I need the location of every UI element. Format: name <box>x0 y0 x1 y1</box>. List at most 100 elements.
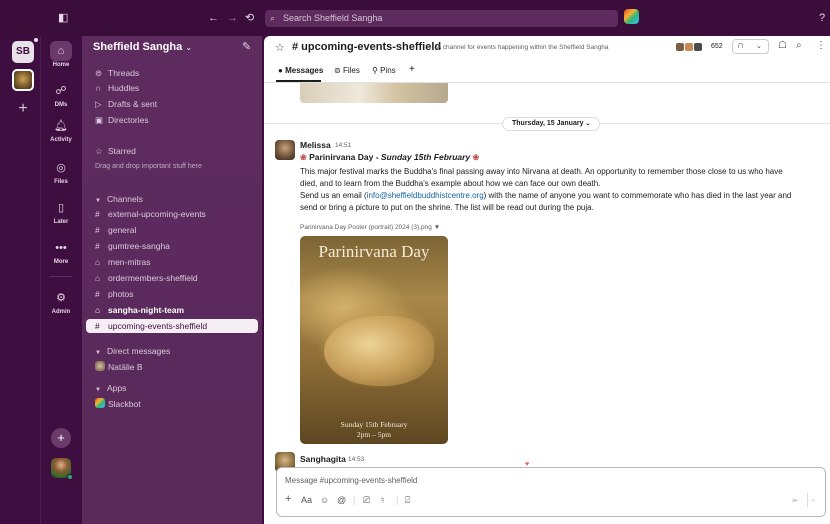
sidebar-channel-selected[interactable]: # upcoming-events-sheffield <box>86 319 258 333</box>
text-fragment: ) with the name of anyone you want to co… <box>483 191 792 200</box>
channel-view: ☆ # upcoming-events-sheffield A channel … <box>264 36 830 524</box>
canvas-icon[interactable]: ☖ <box>778 40 787 51</box>
workspace-icon-sangha[interactable] <box>12 69 34 91</box>
lock-icon: ⌂ <box>95 257 101 267</box>
file-label[interactable]: Parinirvana Day Poster (portrait) 2024 (… <box>300 224 440 231</box>
tab-label: Files <box>342 66 360 75</box>
tab-files[interactable]: ⊜ Files <box>334 66 360 75</box>
avatar <box>95 361 105 371</box>
composer-placeholder[interactable]: Message #upcoming-events-sheffield <box>285 476 417 485</box>
sidebar-section-starred[interactable]: ☆ Starred <box>82 144 258 158</box>
search-input[interactable]: ⌕ Search Sheffield Sangha <box>265 10 618 27</box>
slackbot-avatar-icon[interactable] <box>624 9 639 24</box>
search-icon[interactable]: ⌕ <box>796 40 802 51</box>
sidebar-channel[interactable]: ⌂ ordermembers-sheffield <box>82 271 258 285</box>
message-composer[interactable]: Message #upcoming-events-sheffield + Aa … <box>276 467 826 517</box>
message-author[interactable]: Melissa <box>300 140 331 150</box>
active-tab-underline <box>276 80 321 82</box>
tab-pins[interactable]: ⚲ Pins <box>372 66 396 75</box>
caret-down-icon: ▼ <box>95 198 101 204</box>
help-icon[interactable]: ? <box>819 11 825 25</box>
sidebar-section-apps[interactable]: ▼ Apps <box>95 383 126 393</box>
nav-admin[interactable]: ⚙ Admin <box>43 288 79 315</box>
text-fragment: Send us an email ( <box>300 191 367 200</box>
bookmark-icon: ▯ <box>57 202 65 214</box>
dms-icon: ☍ <box>55 85 67 97</box>
sidebar-item-label: Huddles <box>108 83 140 93</box>
day-divider-button[interactable]: Thursday, 15 January ⌄ <box>502 117 601 131</box>
directory-icon: ▣ <box>95 115 104 125</box>
sidebar-item-drafts[interactable]: ▷ Drafts & sent <box>82 97 258 111</box>
sidebar-item-huddles[interactable]: ∩ Huddles <box>82 81 258 95</box>
starred-hint: Drag and drop important stuff here <box>95 163 202 170</box>
chevron-down-icon[interactable]: ⌄ <box>756 42 762 50</box>
sidebar-item-directories[interactable]: ▣ Directories <box>82 113 258 127</box>
sidebar-channel[interactable]: ⌂ sangha-night-team <box>82 303 258 317</box>
compose-icon[interactable]: ✎ <box>242 40 251 53</box>
forward-arrow-icon[interactable]: → <box>227 11 238 25</box>
sidebar-item-label: Threads <box>108 68 140 78</box>
poster-image[interactable]: Parinirvana Day Sunday 15th February 2pm… <box>300 236 448 444</box>
message-author[interactable]: Sanghagita <box>300 454 346 464</box>
sidebar-channel[interactable]: # external-upcoming-events <box>82 207 258 221</box>
chevron-down-icon[interactable]: ⌄ <box>807 493 819 507</box>
divider: | <box>353 495 356 505</box>
email-link[interactable]: info@sheffieldbuddhistcentre.org <box>367 191 484 200</box>
starred-label: Starred <box>108 146 136 156</box>
sidebar-channel[interactable]: ⌂ men-mitras <box>82 255 258 269</box>
tab-label: Pins <box>380 66 396 75</box>
workspace-name-button[interactable]: Sheffield Sangha ⌄ <box>93 41 192 53</box>
nav-activity[interactable]: 🔔︎ Activity <box>43 116 79 143</box>
sidebar-section-dms[interactable]: ▼ Direct messages <box>95 346 170 356</box>
nav-later[interactable]: ▯ Later <box>43 198 79 225</box>
tab-messages[interactable]: ● Messages <box>278 66 323 75</box>
channel-name: gumtree-sangha <box>108 241 170 251</box>
nav-dms[interactable]: ☍ DMs <box>43 81 79 108</box>
message-timestamp[interactable]: 14:51 <box>335 142 351 149</box>
add-workspace-icon[interactable]: + <box>12 98 34 120</box>
sidebar-dm[interactable]: Natālie B <box>82 360 258 374</box>
hash-icon: # <box>95 225 100 235</box>
sidebar-toggle-icon[interactable]: ◧ <box>58 11 68 25</box>
slack-window: ◧ ← → ⟲ ⌕ Search Sheffield Sangha ? SB +… <box>0 0 830 524</box>
video-icon[interactable]: ⎚ <box>363 495 370 506</box>
message-text: send or bring a picture to put on the sh… <box>300 203 594 212</box>
channel-tabs: ● Messages ⊜ Files ⚲ Pins + <box>264 60 830 83</box>
hash-icon: # <box>95 289 100 299</box>
slash-command-icon[interactable]: ⍁ <box>405 495 410 506</box>
previous-image-attachment[interactable] <box>300 83 448 103</box>
message-text: died, and to learn from the Buddha's exa… <box>300 179 601 188</box>
nav-home[interactable]: ⌂ Home <box>43 41 79 68</box>
star-icon: ☆ <box>95 146 103 156</box>
lotus-icon: ❀ <box>300 153 307 162</box>
workspace-switcher-sb[interactable]: SB <box>12 41 34 63</box>
emoji-icon[interactable]: ☺ <box>320 495 329 505</box>
avatar[interactable] <box>275 140 295 160</box>
star-icon[interactable]: ☆ <box>275 41 285 54</box>
add-tab-icon[interactable]: + <box>409 64 415 75</box>
send-icon: ▷ <box>95 99 102 109</box>
sidebar-item-threads[interactable]: ⊜ Threads <box>82 66 258 80</box>
channel-name: external-upcoming-events <box>108 209 206 219</box>
nav-more[interactable]: ••• More <box>43 238 79 265</box>
sidebar-app[interactable]: Slackbot <box>82 397 258 411</box>
create-new-button[interactable]: + <box>51 428 71 448</box>
plus-icon[interactable]: + <box>285 493 291 505</box>
back-arrow-icon[interactable]: ← <box>208 11 219 25</box>
channel-title[interactable]: # upcoming-events-sheffield <box>292 41 441 53</box>
sidebar-channel[interactable]: # photos <box>82 287 258 301</box>
channel-name: photos <box>108 289 134 299</box>
sidebar-section-channels[interactable]: ▼ Channels <box>95 194 143 204</box>
nav-home-label: Home <box>52 62 70 68</box>
history-icon[interactable]: ⟲ <box>245 11 254 25</box>
sidebar-channel[interactable]: # gumtree-sangha <box>82 239 258 253</box>
microphone-icon[interactable]: ♮ <box>381 495 384 506</box>
message-timestamp[interactable]: 14:53 <box>348 456 364 463</box>
nav-files[interactable]: ◎ Files <box>43 158 79 185</box>
lock-icon: ⌂ <box>95 305 101 315</box>
send-icon[interactable]: ➢ <box>791 495 799 506</box>
more-vertical-icon[interactable]: ⋮ <box>816 40 826 51</box>
sidebar-channel[interactable]: # general <box>82 223 258 237</box>
formatting-icon[interactable]: Aa <box>301 495 312 505</box>
mention-icon[interactable]: @ <box>337 495 346 505</box>
